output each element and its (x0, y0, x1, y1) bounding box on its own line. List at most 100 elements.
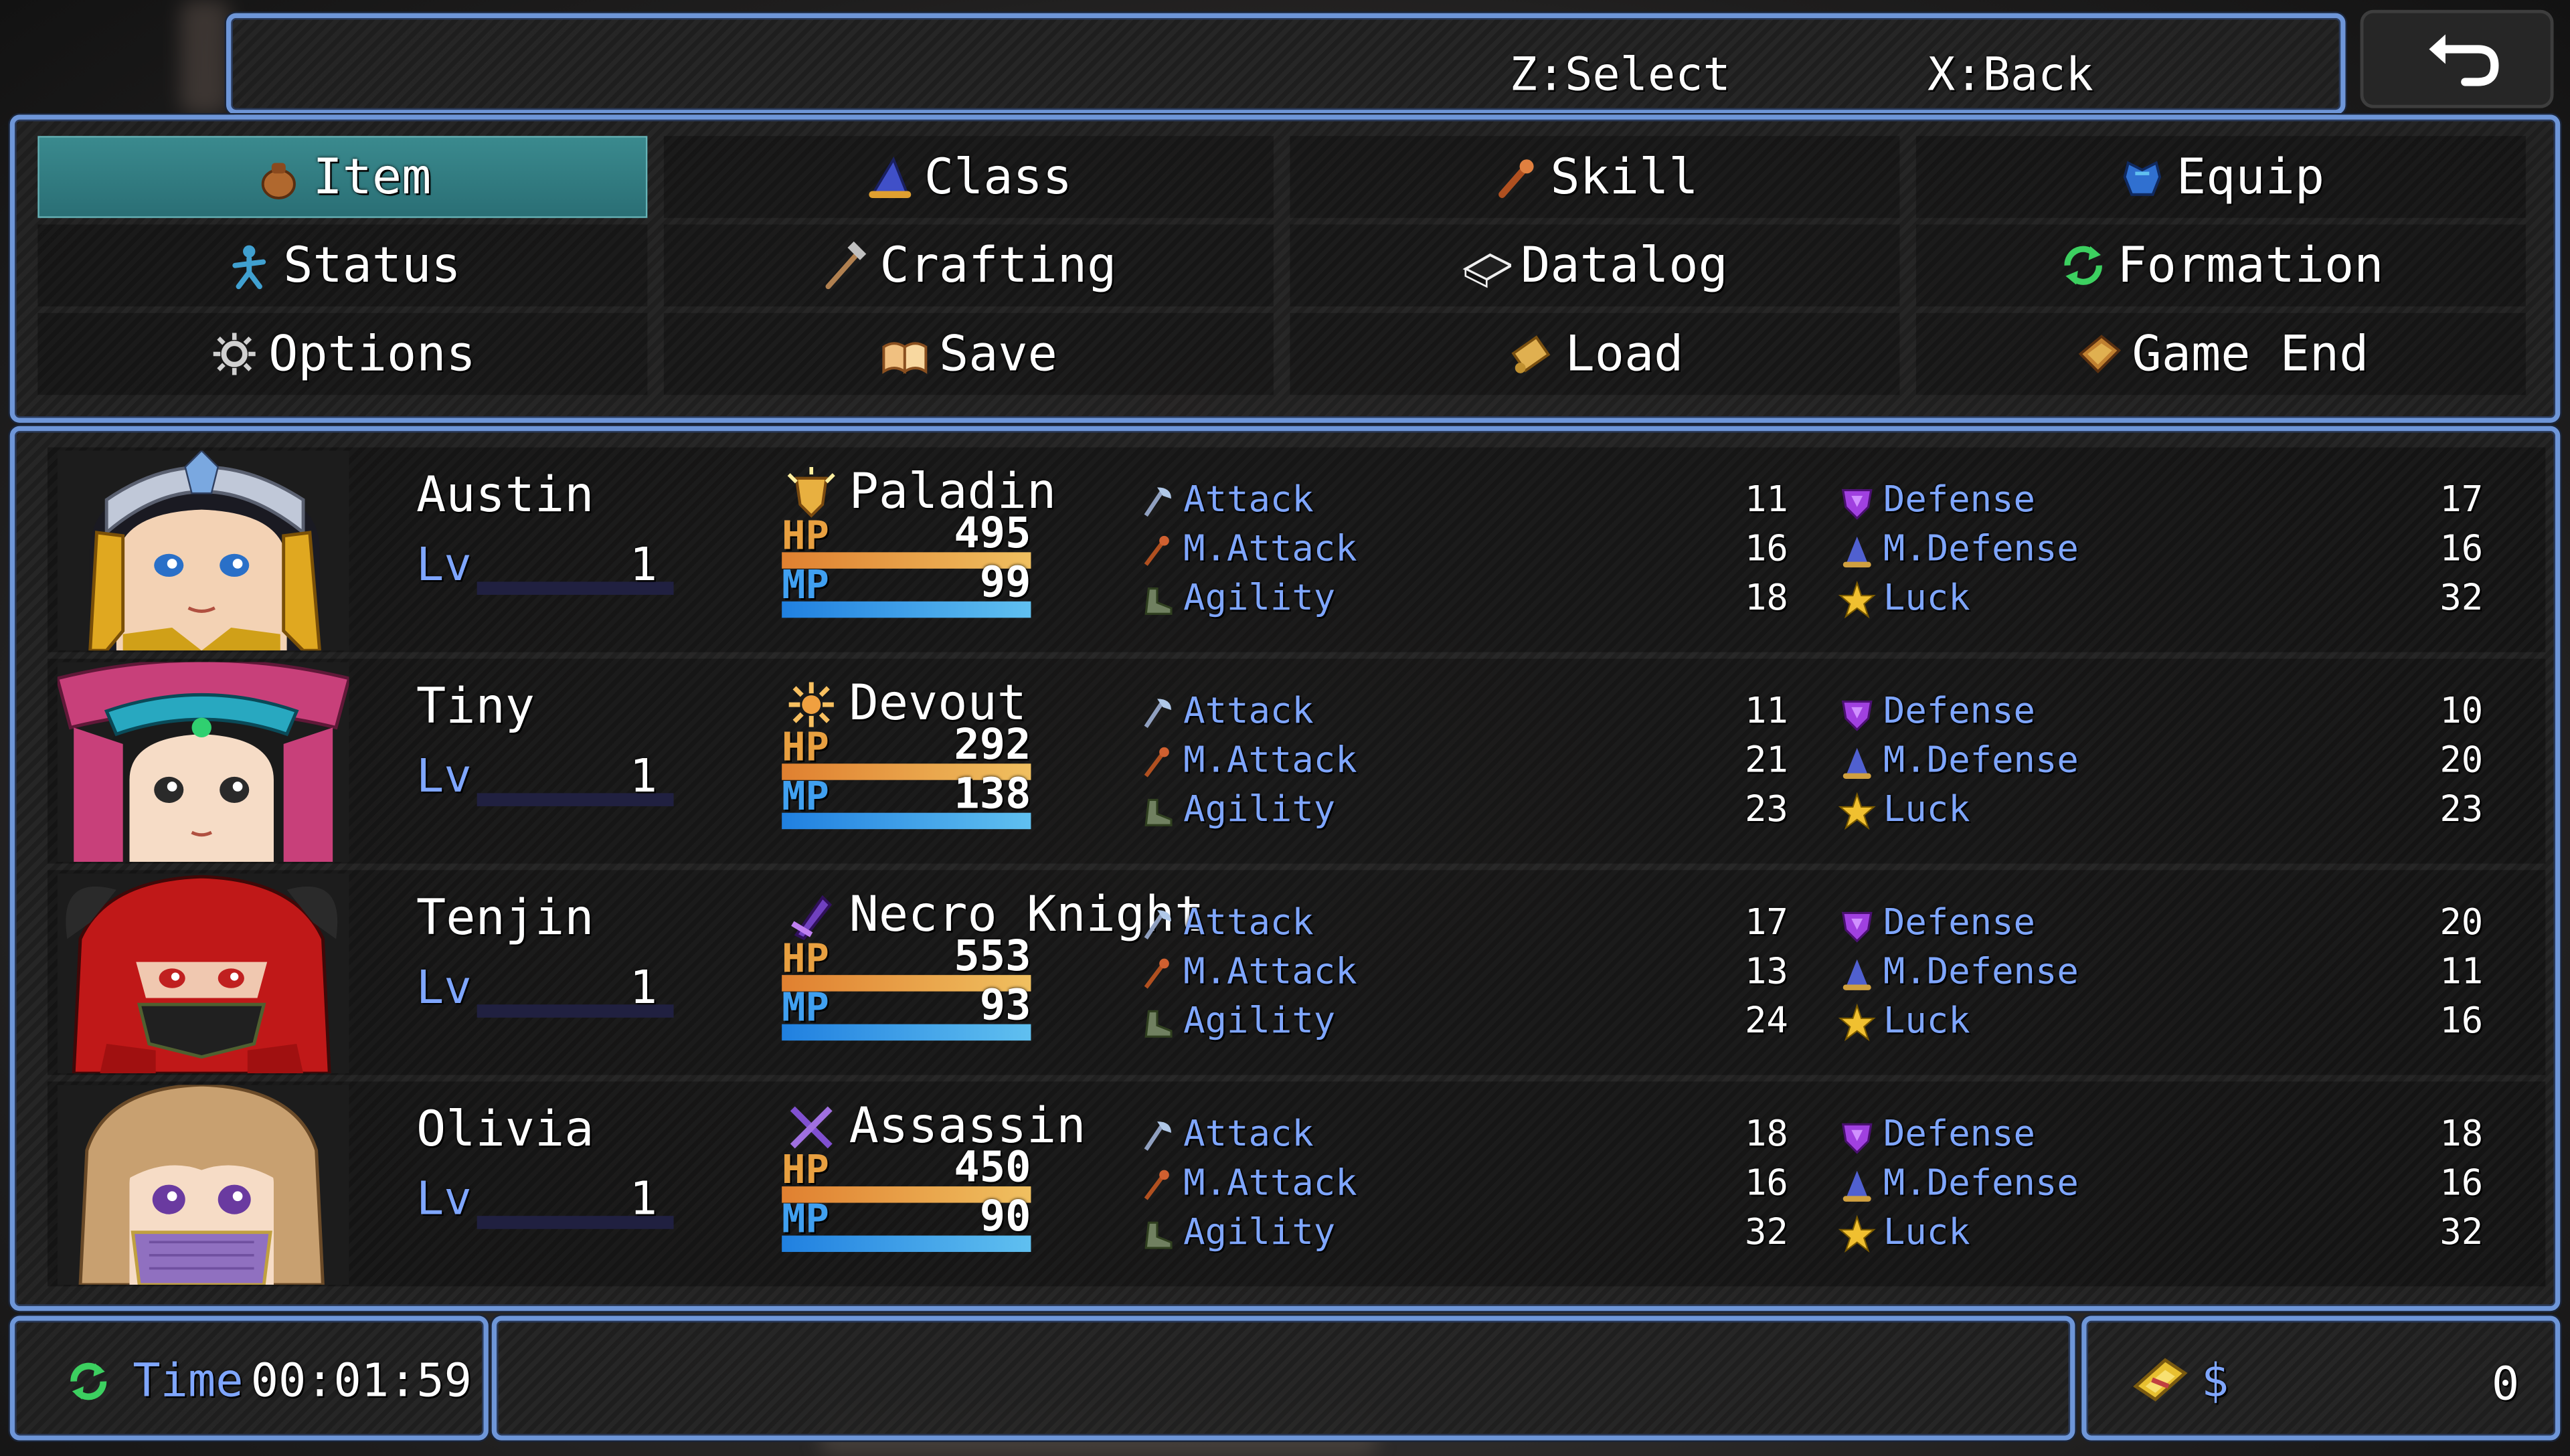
mp-value: 99 (979, 559, 1031, 608)
dark-sword-icon (785, 890, 837, 942)
staff-icon (1138, 953, 1177, 993)
stat-label-m-attack: M.Attack (1183, 529, 1357, 571)
stat-label-m-defense: M.Defense (1883, 740, 2079, 782)
open-book-icon (880, 329, 929, 378)
command-window: Item Class Skill Equip Status Crafting Datalog… (9, 114, 2561, 423)
menu-command-formation[interactable]: Formation (1915, 224, 2526, 306)
back-button[interactable] (2360, 9, 2554, 108)
character-name: Austin (416, 466, 594, 525)
gem-shield-icon (1837, 905, 1877, 944)
staff-icon (1138, 1165, 1177, 1204)
boot-icon (1138, 580, 1177, 620)
party-member-row[interactable]: Tenjin Lv 1 Necro Knight HP 553 MP 93 Attack 17 M.… (48, 870, 2546, 1075)
staff-icon (1138, 742, 1177, 782)
menu-command-label: Class (924, 148, 1073, 206)
mp-label: MP (782, 984, 829, 1031)
star-icon (1837, 1003, 1877, 1042)
stat-value-attack: 18 (1744, 1114, 1788, 1156)
stat-value-agility: 23 (1744, 790, 1788, 831)
stat-label-agility: Agility (1183, 578, 1336, 620)
stat-label-attack: Attack (1183, 1114, 1314, 1156)
blue-hat-icon (1837, 953, 1877, 993)
stat-value-defense: 17 (2439, 480, 2484, 521)
crossed-daggers-icon (785, 1101, 837, 1154)
party-member-row[interactable]: Austin Lv 1 Paladin HP 495 MP 99 Attack 11 M.Attac… (48, 447, 2546, 652)
stat-value-m-attack: 16 (1744, 1163, 1788, 1205)
figure-icon (224, 241, 273, 290)
stat-value-m-defense: 16 (2439, 529, 2484, 571)
stat-value-m-attack: 13 (1744, 951, 1788, 994)
pouch-icon (254, 153, 303, 201)
axe-icon (1138, 905, 1177, 944)
menu-command-label: Formation (2117, 236, 2384, 294)
menu-command-skill[interactable]: Skill (1290, 136, 1900, 218)
hp-value: 450 (954, 1144, 1031, 1193)
gear-icon (209, 329, 258, 378)
game-screen: Z:Select X:Back Item Class Skill Equip Statu… (0, 0, 2570, 1456)
hp-value: 553 (954, 932, 1031, 982)
stat-label-luck: Luck (1883, 790, 1970, 831)
menu-command-label: Status (283, 236, 461, 294)
stat-value-attack: 11 (1744, 480, 1788, 521)
gem-shield-icon (1837, 693, 1877, 733)
menu-command-equip[interactable]: Equip (1915, 136, 2526, 218)
menu-command-label: Item (313, 148, 432, 206)
hp-label: HP (782, 935, 829, 982)
stat-label-agility: Agility (1183, 790, 1336, 831)
menu-command-options[interactable]: Options (37, 312, 648, 395)
star-icon (1837, 1214, 1877, 1254)
character-portrait (57, 873, 349, 1074)
currency-unit: $ (2201, 1353, 2229, 1408)
stat-label-m-defense: M.Defense (1883, 1163, 2079, 1205)
hp-value: 292 (954, 721, 1031, 771)
party-member-row[interactable]: Tiny Lv 1 Devout HP 292 MP 138 Attack 11 M.Attack 2… (48, 658, 2546, 864)
stat-value-m-attack: 21 (1744, 740, 1788, 782)
gold-bar-icon (2133, 1358, 2188, 1402)
character-name: Olivia (416, 1101, 594, 1159)
menu-command-label: Crafting (879, 236, 1117, 294)
gem-shield-icon (1837, 482, 1877, 521)
stat-label-m-defense: M.Defense (1883, 529, 2079, 571)
stat-label-luck: Luck (1883, 578, 1970, 620)
stat-label-agility: Agility (1183, 1001, 1336, 1042)
armor-icon (2118, 153, 2166, 201)
stat-value-luck: 32 (2439, 578, 2484, 620)
menu-command-status[interactable]: Status (37, 224, 648, 306)
character-name: Tiny (416, 678, 535, 736)
level-value: 1 (629, 960, 658, 1014)
menu-command-label: Equip (2176, 148, 2325, 206)
scroll-icon (1506, 329, 1555, 378)
party-member-row[interactable]: Olivia Lv 1 Assassin HP 450 MP 90 Attack 18 M.Atta… (48, 1081, 2546, 1287)
menu-command-game-end[interactable]: Game End (1915, 312, 2526, 395)
mp-value: 90 (979, 1192, 1031, 1243)
menu-command-datalog[interactable]: Datalog (1290, 224, 1900, 306)
stat-label-attack: Attack (1183, 691, 1314, 733)
gem-shield-icon (1837, 1116, 1877, 1156)
stat-label-defense: Defense (1883, 691, 2035, 733)
menu-command-item[interactable]: Item (37, 136, 648, 218)
time-label: Time (133, 1353, 244, 1408)
menu-command-label: Skill (1550, 148, 1699, 206)
cycle-icon (70, 1362, 107, 1400)
time-window: Time 00:01:59 (9, 1315, 489, 1441)
menu-command-load[interactable]: Load (1290, 312, 1900, 395)
level-label: Lv (416, 537, 472, 592)
character-portrait (57, 1085, 349, 1285)
staff-icon (1138, 531, 1177, 570)
party-status-window: Austin Lv 1 Paladin HP 495 MP 99 Attack 11 M.Attac… (9, 426, 2561, 1311)
blue-hat-icon (1837, 531, 1877, 570)
wizard-hat-icon (865, 153, 914, 201)
stat-value-defense: 18 (2439, 1114, 2484, 1156)
stat-value-defense: 10 (2439, 691, 2484, 733)
menu-command-class[interactable]: Class (663, 136, 1274, 218)
mp-label: MP (782, 773, 829, 820)
menu-command-crafting[interactable]: Crafting (663, 224, 1274, 306)
menu-command-save[interactable]: Save (663, 312, 1274, 395)
star-icon (1837, 580, 1877, 620)
axe-icon (1138, 693, 1177, 733)
stat-value-agility: 18 (1744, 578, 1788, 620)
stat-label-defense: Defense (1883, 480, 2035, 521)
gold-amount: 0 (2491, 1356, 2520, 1411)
character-portrait (57, 662, 349, 862)
stat-label-attack: Attack (1183, 903, 1314, 944)
